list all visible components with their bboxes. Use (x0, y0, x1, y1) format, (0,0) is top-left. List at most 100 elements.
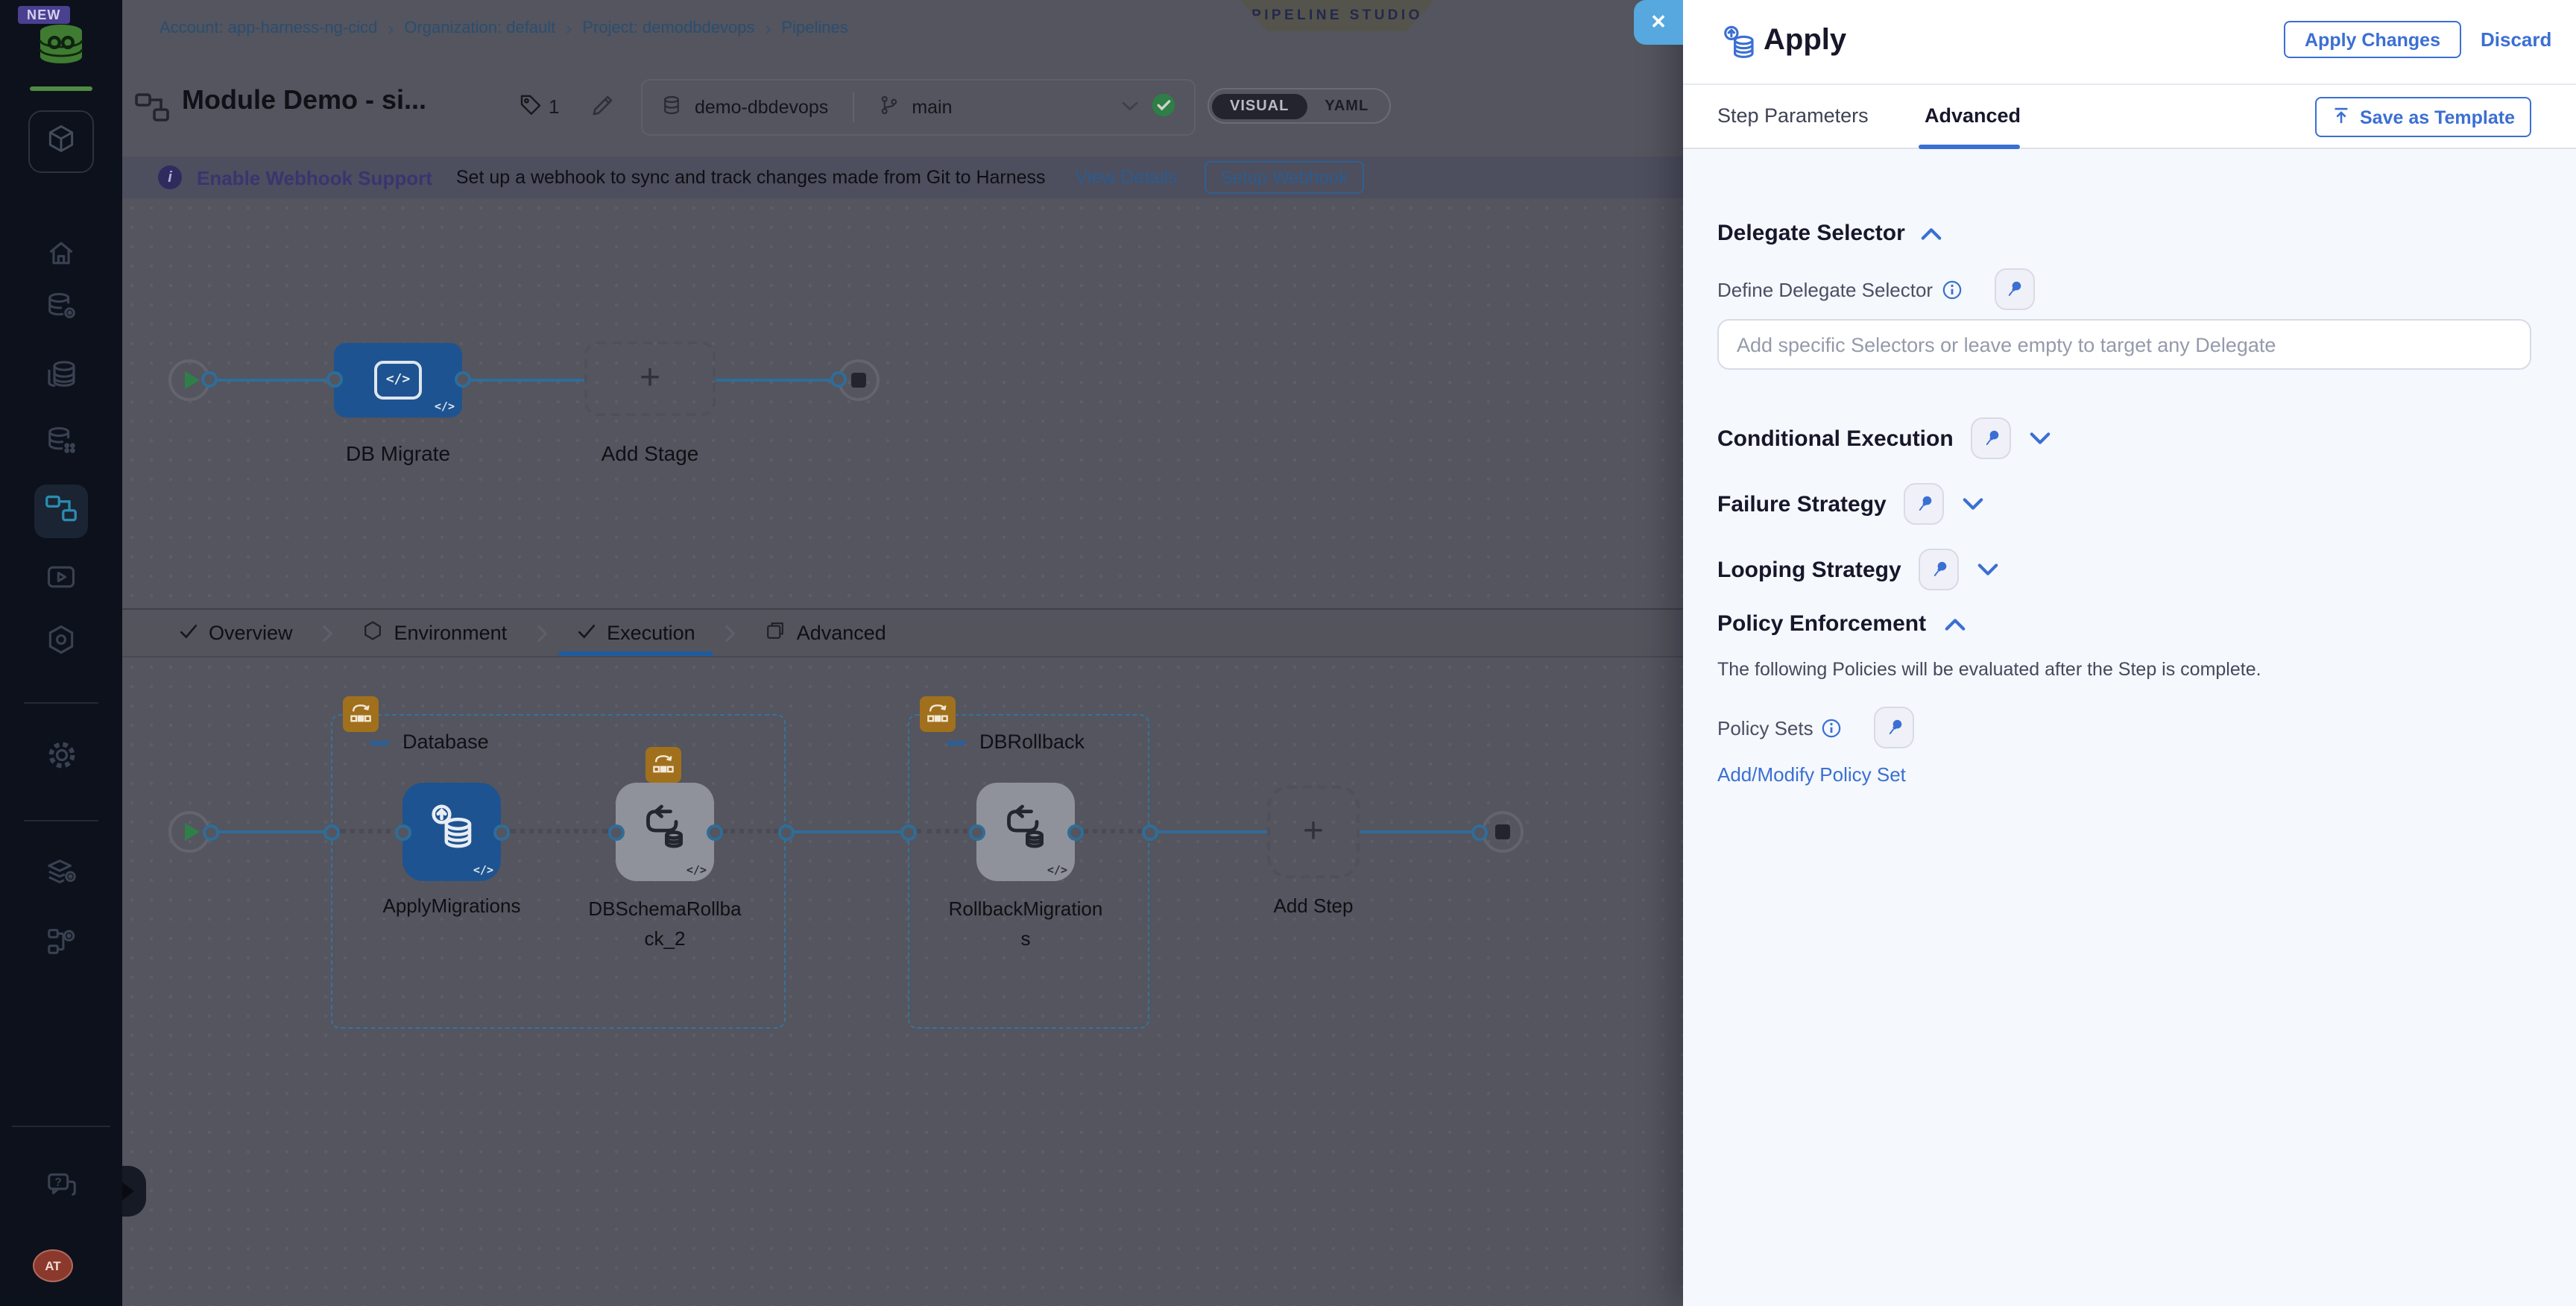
delegate-selector-input[interactable] (1717, 319, 2531, 370)
sidebar-item-org-settings[interactable] (0, 924, 122, 966)
stage-node-db-migrate[interactable]: </> </> (334, 343, 462, 417)
sidebar-item-executions[interactable] (0, 561, 122, 601)
pin-icon (2008, 281, 2021, 296)
stage-label[interactable]: DB Migrate (294, 441, 502, 465)
tab-advanced[interactable]: Advanced (765, 610, 886, 656)
connector-line (218, 830, 331, 833)
chevron-down-icon[interactable] (1121, 96, 1139, 119)
pin-input-button[interactable] (1919, 549, 1960, 590)
avatar[interactable]: AT (33, 1249, 73, 1282)
delegate-selector-header[interactable]: Delegate Selector (1717, 221, 1942, 246)
harness-dbdevops-logo[interactable] (31, 21, 91, 76)
node-port (706, 824, 722, 840)
branch-name[interactable]: main (912, 97, 952, 118)
collapse-group-button[interactable] (370, 741, 389, 745)
close-drawer-button[interactable]: ✕ (1634, 0, 1683, 45)
apply-changes-button[interactable]: Apply Changes (2284, 21, 2461, 58)
chevron-down-icon[interactable] (2030, 431, 2052, 446)
looping-strategy-section[interactable]: Looping Strategy (1717, 549, 2000, 590)
step-label[interactable]: RollbackMigrations (948, 895, 1103, 954)
webhook-banner: i Enable Webhook Support Set up a webhoo… (122, 157, 1683, 198)
pin-input-button[interactable] (1904, 483, 1945, 525)
tab-label: Environment (394, 622, 508, 644)
chevron-down-icon[interactable] (1977, 562, 2000, 577)
sidebar-item-governance[interactable] (0, 623, 122, 663)
code-badge[interactable]: </> (435, 400, 455, 413)
step-node-rollbackmigrations[interactable]: </> (976, 783, 1075, 881)
sidebar-item-db-config[interactable] (0, 289, 122, 331)
add-stage-node[interactable]: + (584, 341, 716, 416)
policy-description: The following Policies will be evaluated… (1717, 659, 2261, 680)
step-label[interactable]: ApplyMigrations (347, 895, 556, 917)
add-step-node[interactable]: + (1267, 786, 1360, 878)
conditional-execution-section[interactable]: Conditional Execution (1717, 417, 2052, 459)
breadcrumb-project[interactable]: Project: demodbdevops (582, 19, 754, 37)
add-step-label[interactable]: Add Step (1209, 895, 1418, 917)
node-port (777, 824, 794, 840)
step-label[interactable]: DBSchemaRollback_2 (587, 895, 742, 954)
db-apply-icon (425, 801, 479, 862)
edit-pencil-icon[interactable] (590, 94, 614, 125)
info-icon[interactable] (1822, 718, 1842, 737)
step-node-applymigrations[interactable]: </> (402, 783, 501, 881)
section-heading: Conditional Execution (1717, 426, 1954, 451)
sidebar-item-env-management[interactable] (0, 856, 122, 898)
tab-environment[interactable]: Environment (363, 610, 508, 656)
sidebar-item-home[interactable] (0, 237, 122, 277)
home-icon (45, 237, 78, 277)
breadcrumb-separator: › (765, 18, 771, 39)
execution-end-node (1482, 811, 1524, 853)
tab-step-parameters[interactable]: Step Parameters (1717, 104, 1869, 127)
repo-name[interactable]: demo-dbdevops (695, 97, 828, 118)
pin-input-button[interactable] (1994, 268, 2035, 310)
toggle-visual[interactable]: VISUAL (1212, 93, 1307, 119)
code-badge[interactable]: </> (1047, 863, 1067, 877)
pin-input-button[interactable] (1874, 707, 1915, 748)
breadcrumb-organization[interactable]: Organization: default (404, 19, 555, 37)
code-badge[interactable]: </> (473, 863, 493, 877)
step-group-name[interactable]: DBRollback (979, 731, 1085, 753)
sidebar-item-databases[interactable] (0, 356, 122, 400)
add-modify-policy-set-link[interactable]: Add/Modify Policy Set (1717, 763, 1906, 786)
tab-execution[interactable]: Execution (559, 610, 714, 656)
step-group-name[interactable]: Database (402, 731, 489, 753)
play-icon (184, 823, 199, 841)
sidebar-item-settings[interactable] (0, 738, 122, 780)
code-badge[interactable]: </> (686, 863, 707, 877)
failure-strategy-section[interactable]: Failure Strategy (1717, 483, 1985, 525)
chevron-down-icon[interactable] (1963, 496, 1985, 511)
policy-enforcement-header[interactable]: Policy Enforcement (1717, 611, 1966, 637)
sidebar-item-help[interactable]: ? (0, 1169, 122, 1211)
breadcrumb-pipelines[interactable]: Pipelines (781, 19, 847, 37)
step-node-dbschemarollback[interactable]: </> (616, 783, 714, 881)
toggle-yaml[interactable]: YAML (1307, 93, 1386, 119)
module-cube-button[interactable] (28, 110, 94, 173)
chevron-up-icon[interactable] (1944, 616, 1966, 631)
svg-text:?: ? (54, 1176, 60, 1189)
add-stage-label[interactable]: Add Stage (546, 441, 754, 465)
sidebar-item-pipelines-active[interactable] (34, 485, 88, 538)
pin-input-button[interactable] (1971, 417, 2012, 459)
save-as-template-button[interactable]: Save as Template (2315, 97, 2531, 137)
databases-icon (43, 356, 79, 400)
info-icon[interactable] (1942, 280, 1961, 299)
step-group-icon (343, 696, 379, 732)
connector-line (1360, 830, 1473, 833)
discard-button[interactable]: Discard (2481, 28, 2551, 51)
connector-dotted (917, 829, 976, 833)
tab-overview[interactable]: Overview (179, 610, 293, 656)
git-branch-icon (877, 94, 900, 121)
collapse-group-button[interactable] (947, 741, 966, 745)
tab-advanced[interactable]: Advanced (1925, 104, 2021, 127)
view-details-link[interactable]: View Details (1076, 167, 1178, 188)
step-template-icon (645, 747, 681, 783)
tags-button[interactable]: 1 (519, 92, 559, 121)
sidebar-item-db-instances[interactable] (0, 423, 122, 465)
connector-line (470, 379, 584, 382)
chevron-up-icon[interactable] (1920, 226, 1942, 241)
breadcrumb-account[interactable]: Account: app-harness-ng-cicd (160, 19, 377, 37)
setup-webhook-button[interactable]: Setup Webhook (1204, 161, 1365, 194)
pin-icon (1986, 430, 1998, 445)
step-group-database[interactable] (331, 714, 786, 1029)
hexagon-gear-icon (45, 623, 78, 663)
